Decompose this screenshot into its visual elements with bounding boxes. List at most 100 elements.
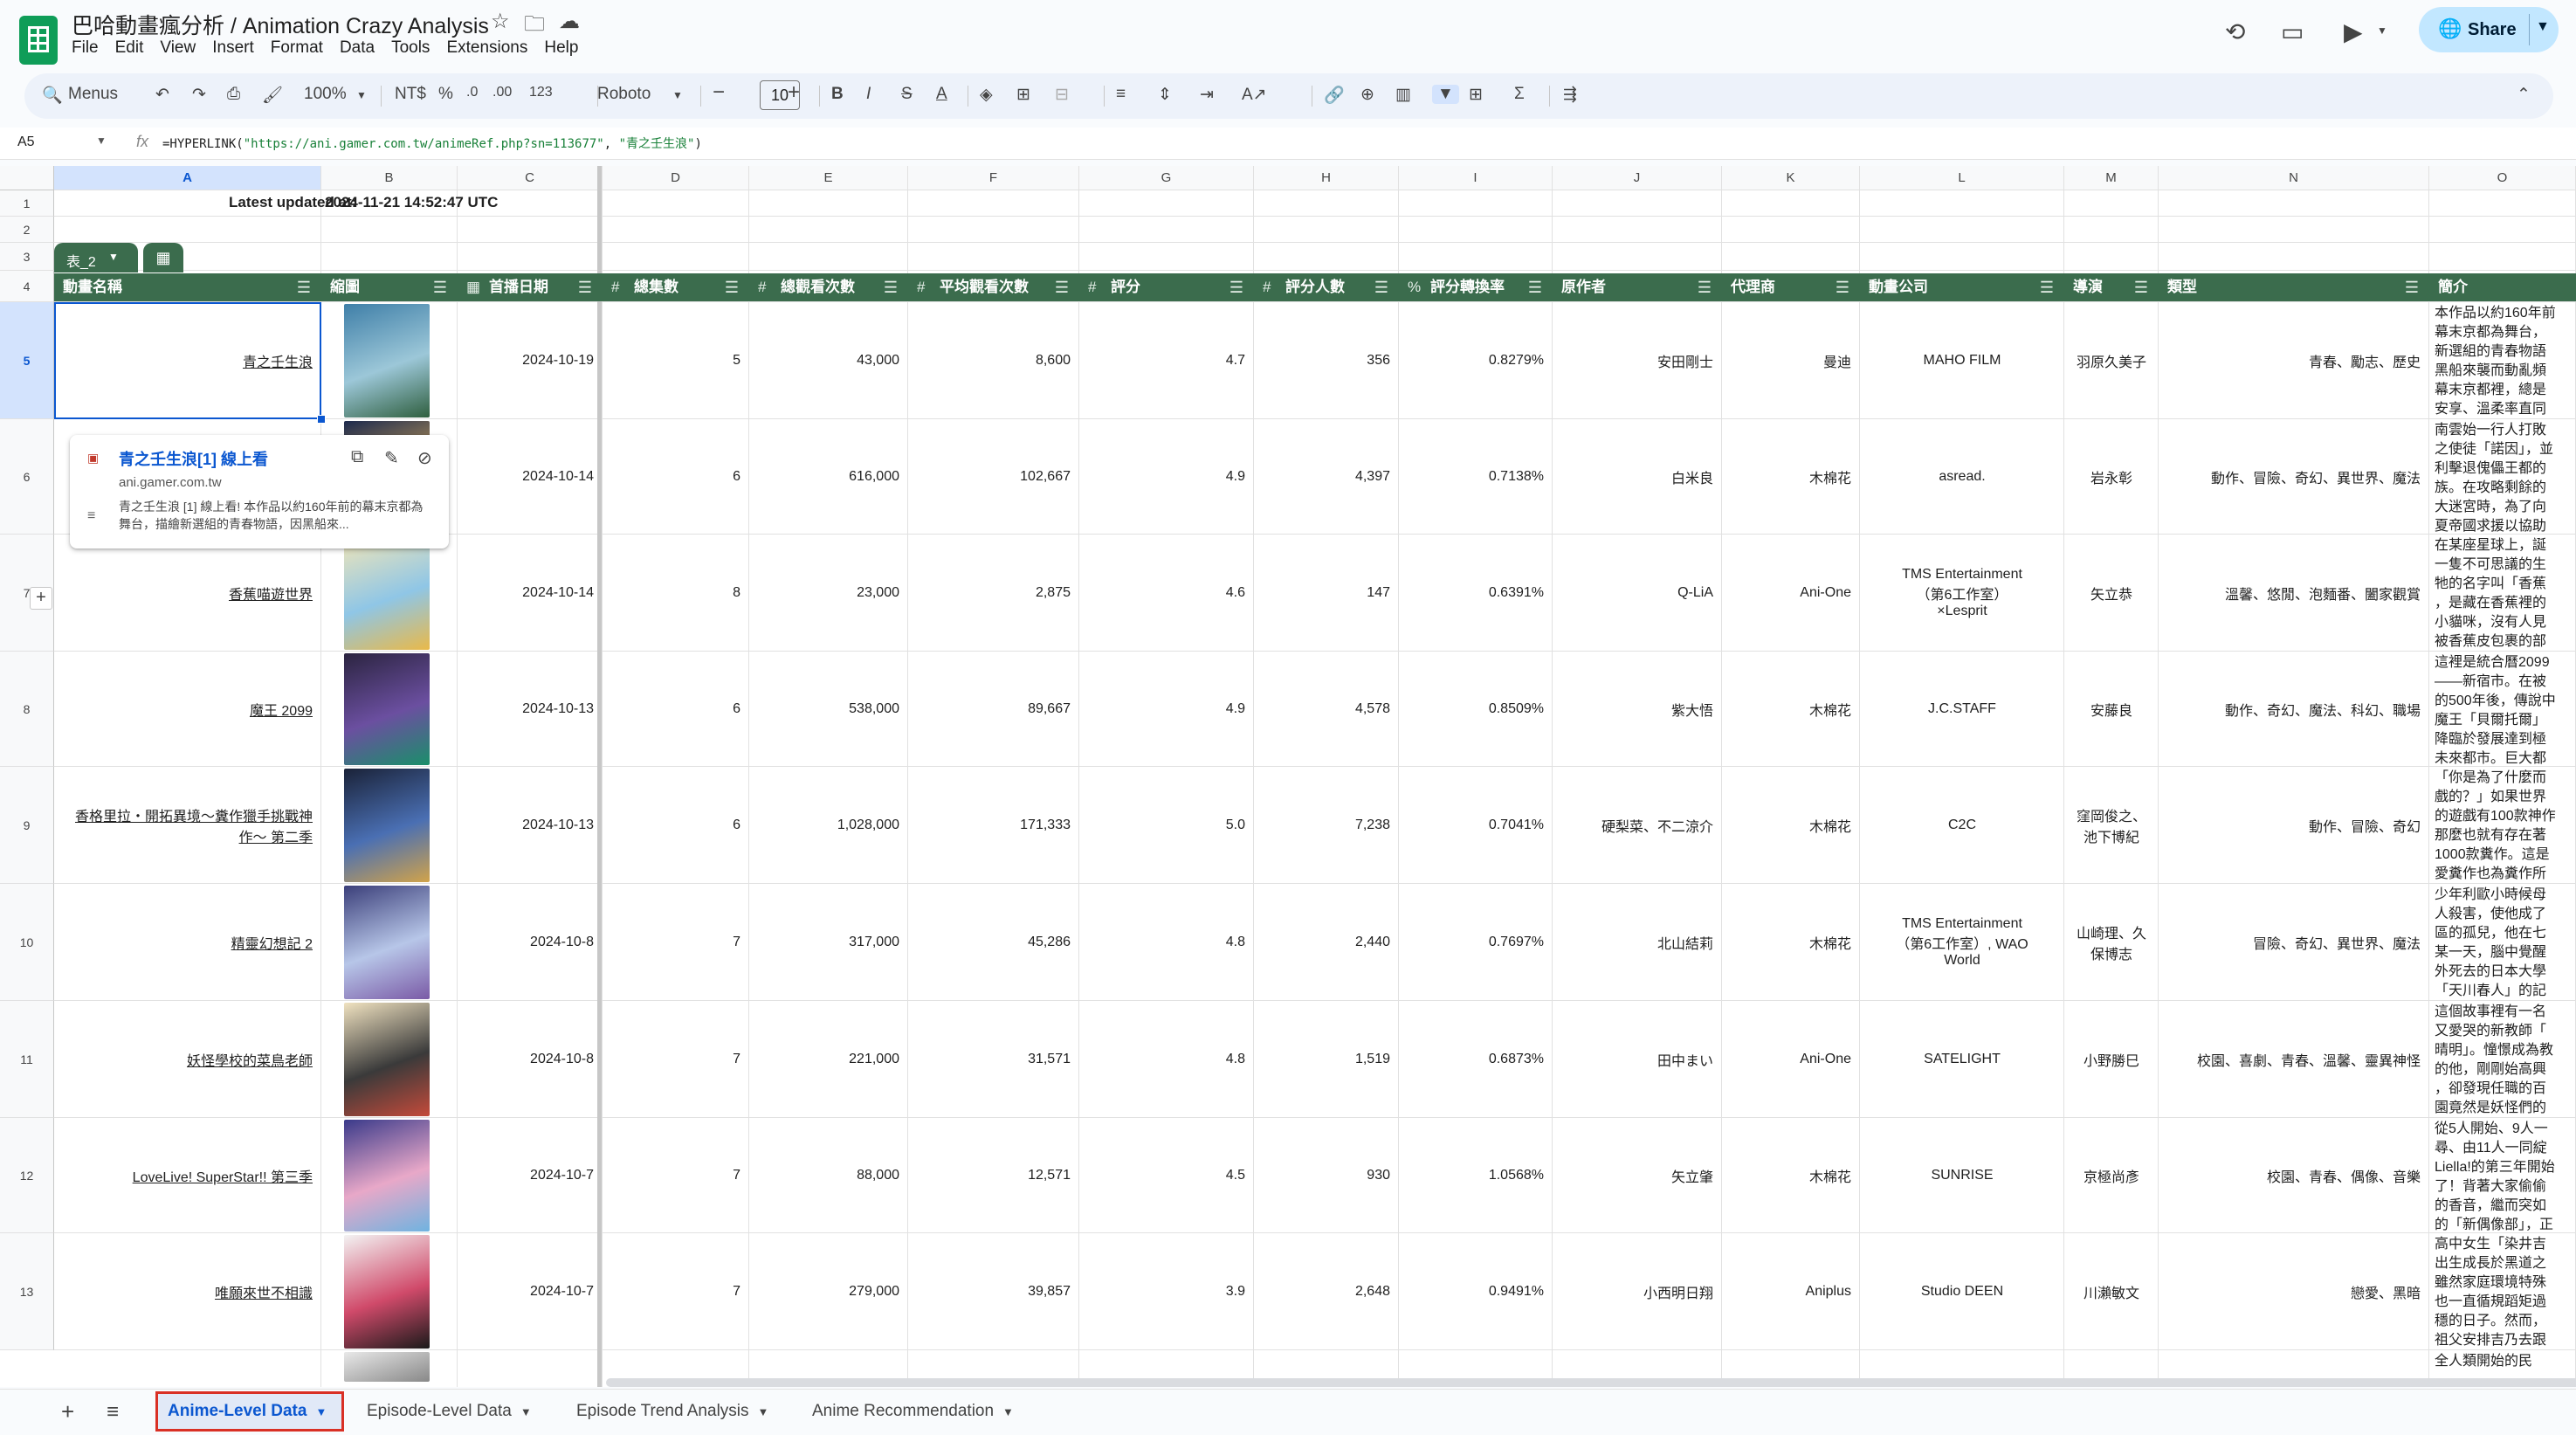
link-preview-title[interactable]: 青之壬生浪[1] 線上看: [119, 447, 268, 470]
all-sheets-icon[interactable]: ≡: [107, 1400, 119, 1425]
table-header-cell[interactable]: 原作者 ☰: [1553, 273, 1722, 301]
fill-handle[interactable]: [317, 415, 326, 424]
column-header-o[interactable]: O: [2429, 166, 2576, 190]
edit-link-icon[interactable]: ✎: [384, 447, 399, 469]
table-view-icon[interactable]: ▦: [143, 243, 183, 273]
sheet-tab-episode-trend[interactable]: Episode Trend Analysis ▼: [576, 1402, 768, 1421]
table-header-cell[interactable]: # 總集數 ☰: [603, 273, 749, 301]
chevron-down-icon[interactable]: ▼: [520, 1405, 532, 1418]
text-rotation-icon[interactable]: A↗: [1242, 85, 1267, 105]
filter-icon[interactable]: ☰: [2040, 273, 2054, 301]
column-header-b[interactable]: B: [321, 166, 458, 190]
zoom-select[interactable]: 100%: [304, 85, 347, 104]
insert-chart-icon[interactable]: ▥: [1395, 85, 1411, 105]
menu-insert[interactable]: Insert: [212, 38, 254, 57]
row-header-13[interactable]: 13: [0, 1233, 54, 1350]
font-select[interactable]: Roboto: [597, 85, 651, 104]
sheet-tab-episode-level[interactable]: Episode-Level Data ▼: [367, 1402, 532, 1421]
anime-thumbnail[interactable]: [344, 769, 430, 882]
number-format-button[interactable]: 123: [529, 85, 553, 100]
menu-format[interactable]: Format: [271, 38, 323, 57]
link-preview-card[interactable]: ▣ 青之壬生浪[1] 線上看 ⧉ ✎ ⊘ ani.gamer.com.tw ≡ 青之壬生浪 […: [70, 435, 449, 548]
remove-link-icon[interactable]: ⊘: [417, 447, 432, 469]
decrease-decimal-button[interactable]: .0: [466, 85, 478, 100]
table-header-cell[interactable]: 縮圖 ☰: [321, 273, 458, 301]
print-icon[interactable]: ⎙: [227, 85, 240, 104]
filter-icon[interactable]: ☰: [1374, 273, 1388, 301]
spreadsheet-grid[interactable]: A B C D E F G H I J K L M N O 1 2 3 4 5 6 7 8 9 10 11 12 13 Latest u…: [0, 166, 2576, 1387]
filter-icon[interactable]: ☰: [2405, 273, 2419, 301]
paint-format-icon[interactable]: 🖌: [262, 85, 283, 106]
anime-thumbnail[interactable]: [344, 1003, 430, 1116]
borders-icon[interactable]: ⊞: [1016, 85, 1030, 105]
increase-decimal-button[interactable]: .00: [492, 85, 512, 100]
meet-dropdown-icon[interactable]: ▼: [2377, 24, 2387, 37]
table-header-cell[interactable]: % 評分轉換率 ☰: [1399, 273, 1553, 301]
anime-thumbnail[interactable]: [344, 536, 430, 650]
row-header-11[interactable]: 11: [0, 1001, 54, 1118]
table-header-cell[interactable]: 代理商 ☰: [1722, 273, 1860, 301]
merge-cells-icon[interactable]: ⊟: [1055, 85, 1069, 105]
row-header-5[interactable]: 5: [0, 302, 54, 419]
column-header-m[interactable]: M: [2064, 166, 2159, 190]
menu-data[interactable]: Data: [340, 38, 375, 57]
filter-icon[interactable]: ☰: [1528, 273, 1542, 301]
column-header-h[interactable]: H: [1254, 166, 1399, 190]
menu-file[interactable]: File: [72, 38, 99, 57]
anime-thumbnail[interactable]: [344, 886, 430, 999]
filter-views-icon[interactable]: ⊞: [1469, 85, 1483, 105]
comments-icon[interactable]: ▭: [2281, 17, 2304, 46]
column-header-k[interactable]: K: [1722, 166, 1860, 190]
formula-input[interactable]: =HYPERLINK("https://ani.gamer.com.tw/ani…: [162, 135, 702, 152]
table-header-cell[interactable]: 簡介: [2429, 273, 2576, 301]
menu-view[interactable]: View: [160, 38, 196, 57]
anime-name-cell[interactable]: 唯願來世不相識: [54, 1233, 321, 1350]
version-history-icon[interactable]: ⟲: [2225, 17, 2245, 46]
fill-color-icon[interactable]: ◈: [980, 85, 993, 105]
cloud-status-icon[interactable]: ☁: [559, 9, 580, 34]
anime-thumbnail[interactable]: [344, 1120, 430, 1231]
column-header-n[interactable]: N: [2159, 166, 2429, 190]
anime-thumbnail[interactable]: [344, 304, 430, 417]
copy-link-icon[interactable]: ⧉: [351, 447, 363, 467]
text-wrapping-icon[interactable]: ⇥: [1200, 85, 1214, 105]
column-header-f[interactable]: F: [908, 166, 1079, 190]
filter-icon[interactable]: ☰: [1229, 273, 1243, 301]
table-header-cell[interactable]: 導演 ☰: [2064, 273, 2159, 301]
table-header-cell[interactable]: # 評分 ☰: [1079, 273, 1254, 301]
undo-icon[interactable]: ↶: [155, 85, 169, 105]
filter-icon[interactable]: ▼: [1432, 85, 1459, 104]
filter-icon[interactable]: ☰: [725, 273, 739, 301]
currency-format-button[interactable]: NT$: [395, 85, 426, 104]
table-header-cell[interactable]: 類型 ☰: [2159, 273, 2429, 301]
decrease-font-size-icon[interactable]: −: [713, 80, 725, 105]
row-header-8[interactable]: 8: [0, 652, 54, 767]
menu-extensions[interactable]: Extensions: [446, 38, 527, 57]
collapse-toolbar-icon[interactable]: ⌃: [2517, 85, 2531, 105]
star-icon[interactable]: ☆: [491, 9, 510, 34]
sheets-logo-icon[interactable]: [19, 16, 58, 65]
column-header-g[interactable]: G: [1079, 166, 1254, 190]
text-color-icon[interactable]: A: [936, 85, 947, 104]
column-header-c[interactable]: C: [458, 166, 603, 190]
anime-thumbnail[interactable]: [344, 653, 430, 765]
document-title[interactable]: 巴哈動畫瘋分析 / Animation Crazy Analysis: [72, 9, 489, 40]
select-all-corner[interactable]: [0, 166, 54, 190]
table-header-cell[interactable]: ▦ 首播日期 ☰: [458, 273, 603, 301]
table-name-tag[interactable]: 表_2 ▼: [54, 243, 138, 273]
filter-icon[interactable]: ☰: [884, 273, 898, 301]
increase-font-size-icon[interactable]: +: [788, 80, 800, 105]
filter-icon[interactable]: ☰: [1055, 273, 1069, 301]
percent-format-button[interactable]: %: [438, 85, 453, 104]
row-header-10[interactable]: 10: [0, 884, 54, 1001]
column-header-i[interactable]: I: [1399, 166, 1553, 190]
filter-icon[interactable]: ☰: [578, 273, 592, 301]
name-box[interactable]: A5: [17, 135, 35, 150]
row-header-4[interactable]: 4: [0, 271, 54, 302]
chevron-down-icon[interactable]: ▼: [758, 1405, 769, 1418]
anime-name-cell[interactable]: 妖怪學校的菜鳥老師: [54, 1001, 321, 1118]
horizontal-scrollbar[interactable]: [606, 1378, 2576, 1387]
table-header-cell[interactable]: 動畫公司 ☰: [1860, 273, 2064, 301]
filter-icon[interactable]: ☰: [433, 273, 447, 301]
chevron-down-icon[interactable]: ▼: [315, 1405, 327, 1418]
